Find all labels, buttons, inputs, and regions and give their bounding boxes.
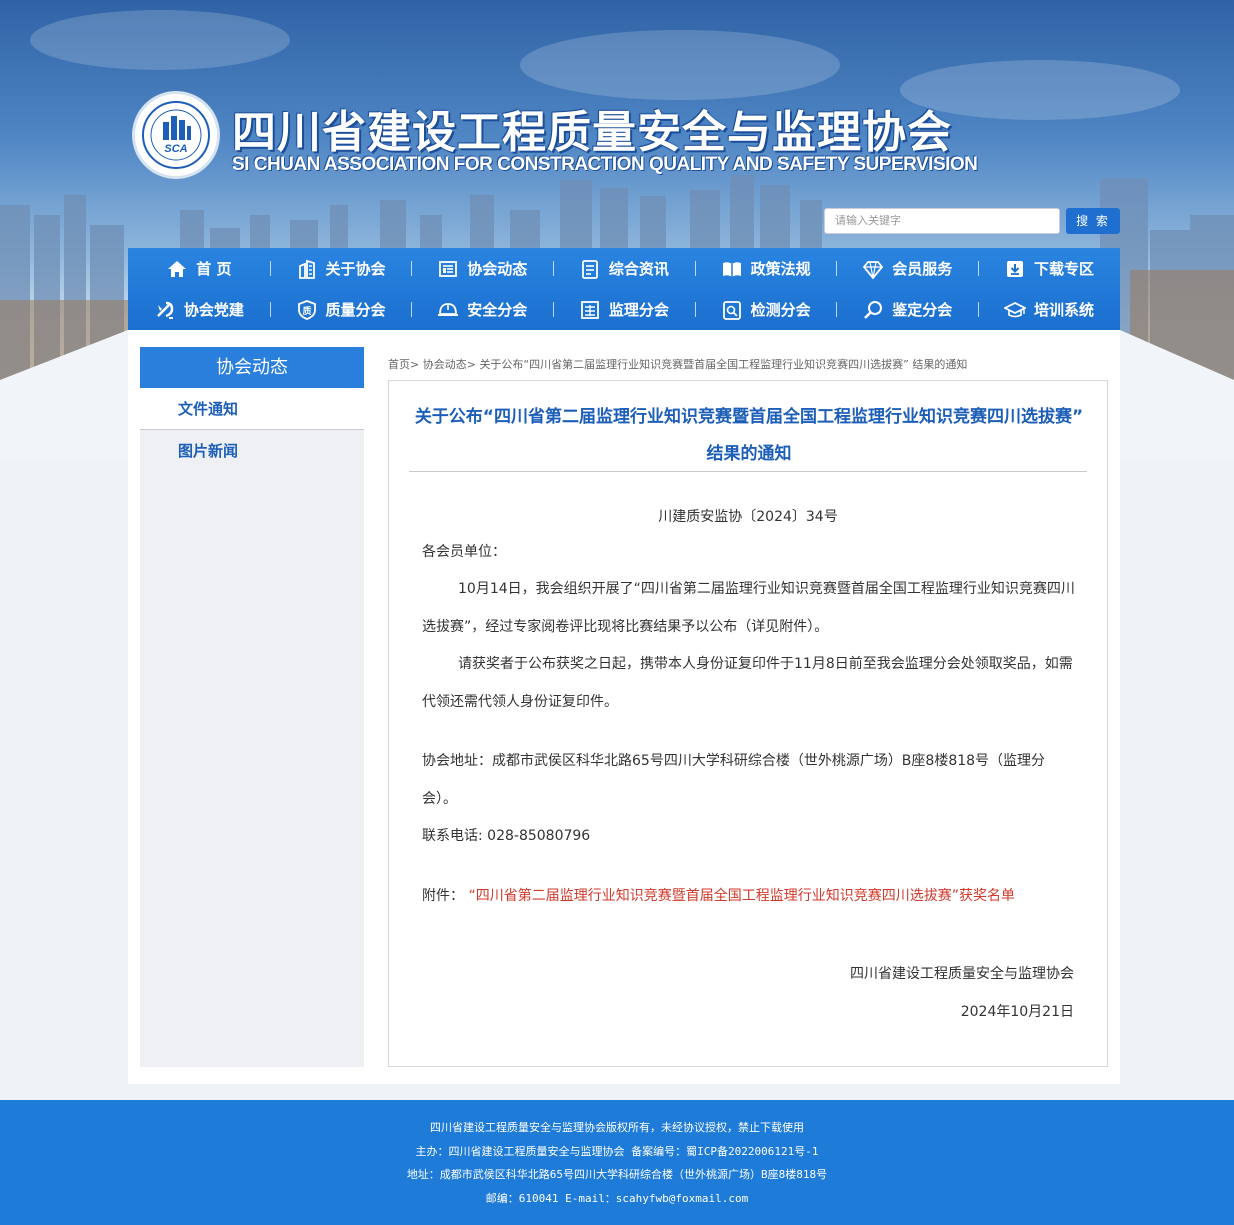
nav-row-1: 首 页 关于协会 协会动态 综合资讯 政策法规 会员服务 下载专区 xyxy=(128,248,1120,289)
nav-item-about[interactable]: 关于协会 xyxy=(269,248,412,289)
book-icon xyxy=(721,258,743,280)
nav-label: 综合资讯 xyxy=(608,260,669,278)
search-input[interactable]: 请输入关键字 xyxy=(824,208,1060,234)
document-icon xyxy=(579,258,601,280)
nav-item-inspection[interactable]: 检测分会 xyxy=(694,289,837,330)
nav-item-quality[interactable]: 质 质量分会 xyxy=(269,289,412,330)
home-icon xyxy=(166,258,188,280)
nav-item-training[interactable]: 培训系统 xyxy=(978,289,1120,330)
paragraph-2: 请获奖者于公布获奖之日起，携带本人身份证复印件于11月8日前至我会监理分会处领取… xyxy=(422,656,1073,710)
nav-item-info[interactable]: 综合资讯 xyxy=(553,248,695,289)
signature-org: 四川省建设工程质量安全与监理协会 xyxy=(850,966,1074,982)
nav-label: 检测分会 xyxy=(750,301,811,319)
nav-item-member[interactable]: 会员服务 xyxy=(836,248,978,289)
association-logo[interactable]: SCA xyxy=(132,91,220,179)
nav-label: 质量分会 xyxy=(325,301,386,319)
download-icon xyxy=(1004,258,1026,280)
breadcrumb-separator: > xyxy=(466,358,476,371)
document-number: 川建质安监协〔2024〕34号 xyxy=(658,509,838,525)
nav-item-party[interactable]: 协会党建 xyxy=(128,289,270,330)
breadcrumb-separator: > xyxy=(410,358,420,371)
news-icon xyxy=(437,258,459,280)
signature-date: 2024年10月21日 xyxy=(960,1004,1074,1020)
footer-copyright: 四川省建设工程质量安全与监理协会版权所有，未经协议授权，禁止下载使用 xyxy=(430,1121,804,1134)
sidebar-heading: 协会动态 xyxy=(140,347,364,388)
svg-text:质: 质 xyxy=(302,305,311,317)
nav-item-safety[interactable]: 安全分会 xyxy=(411,289,553,330)
graduation-cap-icon xyxy=(1003,299,1026,321)
nav-item-download[interactable]: 下载专区 xyxy=(978,248,1120,289)
nav-label: 安全分会 xyxy=(467,301,528,319)
nav-label: 会员服务 xyxy=(892,260,953,278)
breadcrumb-home[interactable]: 首页 xyxy=(388,358,410,371)
magnifier-icon xyxy=(862,299,884,321)
nav-label: 协会党建 xyxy=(183,301,244,319)
nav-label: 政策法规 xyxy=(750,260,811,278)
attachment-label: 附件： xyxy=(422,888,464,904)
nav-label: 鉴定分会 xyxy=(892,301,953,319)
footer-postcode-email: 邮编：610041 E-mail：scahyfwb@foxmail.com xyxy=(485,1191,749,1205)
attachment-line: 附件： “四川省第二届监理行业知识竞赛暨首届全国工程监理行业知识竞赛四川选拔赛”… xyxy=(422,878,1077,916)
attachment-link[interactable]: “四川省第二届监理行业知识竞赛暨首届全国工程监理行业知识竞赛四川选拔赛”获奖名单 xyxy=(468,888,1015,904)
footer-address: 地址：成都市武侯区科华北路65号四川大学科研综合楼（世外桃源广场）B座8楼818… xyxy=(406,1168,828,1181)
article-title: 关于公布“四川省第二届监理行业知识竞赛暨首届全国工程监理行业知识竞赛四川选拔赛”… xyxy=(414,407,1084,464)
nav-item-home[interactable]: 首 页 xyxy=(128,248,270,289)
nav-label: 协会动态 xyxy=(467,260,528,278)
logo-emblem-icon: SCA xyxy=(142,101,210,169)
nav-label: 监理分会 xyxy=(608,301,669,319)
contact-phone: 联系电话: 028-85080796 xyxy=(422,828,591,844)
helmet-icon xyxy=(437,299,459,321)
association-address: 协会地址：成都市武侯区科华北路65号四川大学科研综合楼（世外桃源广场）B座8楼8… xyxy=(422,753,1046,807)
main-content: 协会动态 文件通知 图片新闻 首页> 协会动态> 关于公布“四川省第二届监理行业… xyxy=(128,330,1120,1084)
nav-item-policy[interactable]: 政策法规 xyxy=(694,248,837,289)
building-icon xyxy=(296,258,318,280)
site-subtitle: SI CHUAN ASSOCIATION FOR CONSTRACTION QU… xyxy=(232,154,978,175)
nav-label: 下载专区 xyxy=(1033,260,1094,278)
nav-label: 关于协会 xyxy=(325,260,386,278)
main-navigation: 首 页 关于协会 协会动态 综合资讯 政策法规 会员服务 下载专区 协会党建 质… xyxy=(128,248,1120,330)
breadcrumb-section[interactable]: 协会动态 xyxy=(423,358,467,371)
footer-host: 主办：四川省建设工程质量安全与监理协会 备案编号：蜀ICP备2022006121… xyxy=(415,1144,819,1158)
breadcrumb-current: 关于公布“四川省第二届监理行业知识竞赛暨首届全国工程监理行业知识竞赛四川选拔赛”… xyxy=(479,358,968,371)
title-divider xyxy=(409,471,1087,472)
nav-item-appraisal[interactable]: 鉴定分会 xyxy=(836,289,978,330)
svg-text:SCA: SCA xyxy=(164,143,187,155)
footer: 四川省建设工程质量安全与监理协会版权所有，未经协议授权，禁止下载使用 主办：四川… xyxy=(0,1100,1234,1225)
site-title: 四川省建设工程质量安全与监理协会 xyxy=(232,107,952,158)
nav-label: 培训系统 xyxy=(1033,301,1094,319)
inspection-icon xyxy=(721,299,743,321)
party-icon xyxy=(154,299,176,321)
paragraph-1: 10月14日，我会组织开展了“四川省第二届监理行业知识竞赛暨首届全国工程监理行业… xyxy=(422,581,1075,635)
salutation: 各会员单位： xyxy=(422,544,506,560)
quality-icon: 质 xyxy=(296,299,318,321)
sidebar-item-photo-news[interactable]: 图片新闻 xyxy=(140,430,364,472)
article: 关于公布“四川省第二届监理行业知识竞赛暨首届全国工程监理行业知识竞赛四川选拔赛”… xyxy=(388,380,1108,1067)
nav-row-2: 协会党建 质 质量分会 安全分会 监理分会 检测分会 鉴定分会 培训系统 xyxy=(128,289,1120,330)
supervision-icon xyxy=(579,299,601,321)
breadcrumb: 首页> 协会动态> 关于公布“四川省第二届监理行业知识竞赛暨首届全国工程监理行业… xyxy=(388,356,1088,372)
nav-item-supervision[interactable]: 监理分会 xyxy=(553,289,695,330)
nav-label: 首 页 xyxy=(196,260,232,278)
diamond-icon xyxy=(862,258,884,280)
search-button[interactable]: 搜 索 xyxy=(1066,208,1120,234)
nav-item-news[interactable]: 协会动态 xyxy=(411,248,553,289)
sidebar-item-notices[interactable]: 文件通知 xyxy=(140,388,364,430)
sidebar: 协会动态 文件通知 图片新闻 xyxy=(140,347,364,1067)
